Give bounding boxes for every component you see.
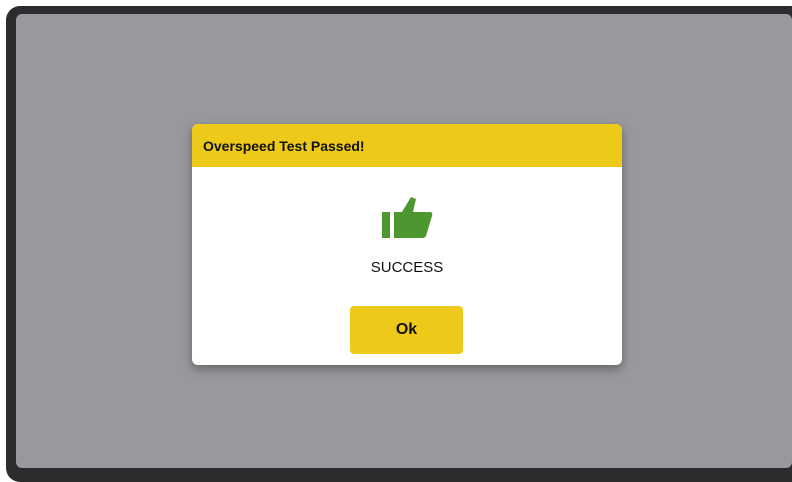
dialog-title: Overspeed Test Passed! bbox=[203, 137, 365, 154]
status-text: SUCCESS bbox=[370, 259, 444, 276]
thumbs-up-icon bbox=[382, 197, 433, 238]
success-dialog: Overspeed Test Passed! SUCCESS Ok bbox=[192, 124, 622, 365]
screen-overlay: Overspeed Test Passed! SUCCESS Ok bbox=[16, 14, 792, 468]
ok-button[interactable]: Ok bbox=[350, 306, 463, 354]
dialog-body: SUCCESS Ok bbox=[192, 167, 622, 365]
dialog-header: Overspeed Test Passed! bbox=[192, 124, 622, 167]
